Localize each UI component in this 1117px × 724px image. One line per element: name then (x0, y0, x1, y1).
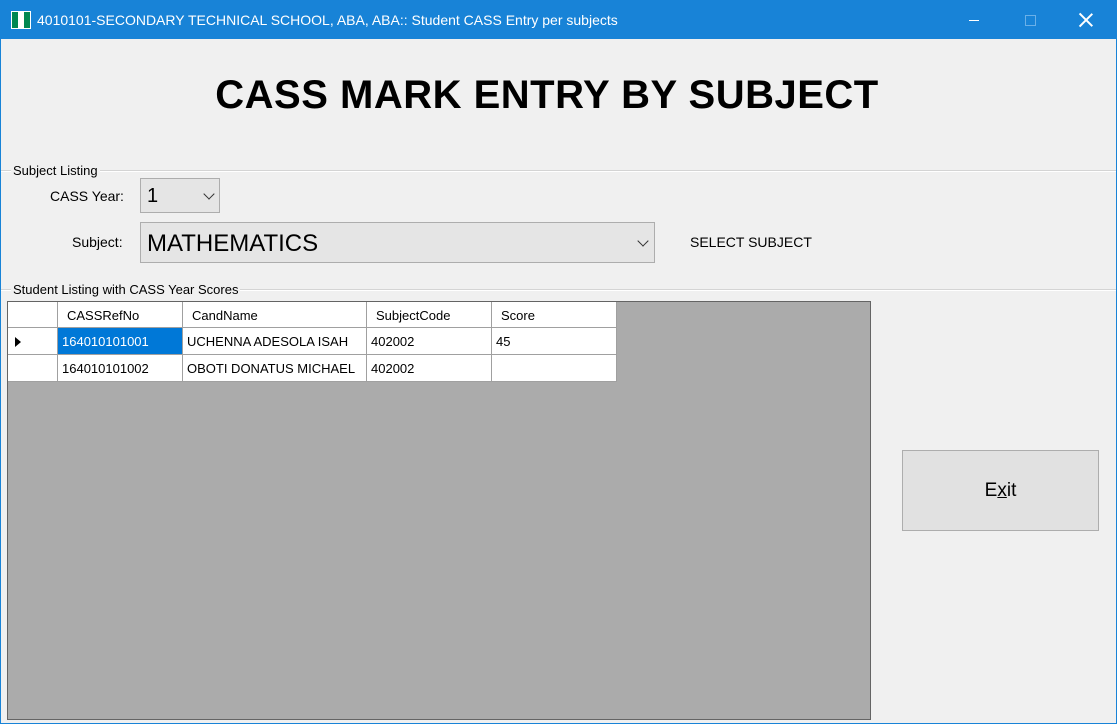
column-header-cassrefno[interactable]: CASSRefNo (58, 302, 183, 328)
cell-cassrefno[interactable]: 164010101002 (58, 355, 183, 382)
table-row[interactable]: 164010101002 OBOTI DONATUS MICHAEL 40200… (8, 355, 617, 382)
exit-label-prefix: E (984, 480, 998, 501)
subject-label: Subject: (72, 234, 123, 250)
subject-listing-divider (1, 170, 1116, 172)
chevron-down-icon (637, 235, 649, 247)
cell-subjectcode[interactable]: 402002 (367, 328, 492, 355)
app-window: 4010101-SECONDARY TECHNICAL SCHOOL, ABA,… (0, 0, 1117, 724)
close-icon (1079, 13, 1093, 27)
subject-value: MATHEMATICS (147, 230, 319, 257)
page-title: CASS MARK ENTRY BY SUBJECT (215, 73, 879, 117)
table-row[interactable]: 164010101001 UCHENNA ADESOLA ISAH 402002… (8, 328, 617, 355)
row-header[interactable] (8, 328, 58, 355)
select-subject-hint: SELECT SUBJECT (690, 234, 812, 250)
exit-accelerator-key: x (997, 480, 1007, 501)
subject-listing-label: Subject Listing (11, 163, 100, 178)
cass-year-label: CASS Year: (50, 188, 124, 204)
minimize-icon (969, 19, 979, 21)
cass-year-value: 1 (147, 185, 159, 207)
column-header-score[interactable]: Score (492, 302, 617, 328)
current-row-arrow-icon (15, 337, 21, 347)
student-listing-label: Student Listing with CASS Year Scores (11, 282, 241, 297)
exit-button[interactable]: Exit (902, 450, 1099, 531)
window-title: 4010101-SECONDARY TECHNICAL SCHOOL, ABA,… (37, 12, 618, 28)
close-button[interactable] (1063, 1, 1109, 39)
cell-score[interactable] (492, 355, 617, 382)
minimize-button[interactable] (951, 1, 997, 39)
cell-cassrefno[interactable]: 164010101001 (58, 328, 183, 355)
cell-candname[interactable]: UCHENNA ADESOLA ISAH (183, 328, 367, 355)
column-header-candname[interactable]: CandName (183, 302, 367, 328)
row-header-corner[interactable] (8, 302, 58, 328)
nigeria-flag-icon (11, 11, 31, 29)
cell-candname[interactable]: OBOTI DONATUS MICHAEL (183, 355, 367, 382)
maximize-icon (1024, 14, 1036, 26)
exit-label-suffix: it (1006, 480, 1017, 501)
grid-header-row: CASSRefNo CandName SubjectCode Score (8, 302, 617, 329)
student-scores-grid[interactable]: CASSRefNo CandName SubjectCode Score 164… (7, 301, 871, 720)
maximize-button[interactable] (1007, 1, 1053, 39)
row-header[interactable] (8, 355, 58, 382)
column-header-subjectcode[interactable]: SubjectCode (367, 302, 492, 328)
title-bar[interactable]: 4010101-SECONDARY TECHNICAL SCHOOL, ABA,… (1, 1, 1116, 39)
cass-year-dropdown[interactable]: 1 (140, 178, 220, 213)
chevron-down-icon (203, 188, 215, 200)
subject-dropdown[interactable]: MATHEMATICS (140, 222, 655, 263)
cell-score[interactable]: 45 (492, 328, 617, 355)
cell-subjectcode[interactable]: 402002 (367, 355, 492, 382)
